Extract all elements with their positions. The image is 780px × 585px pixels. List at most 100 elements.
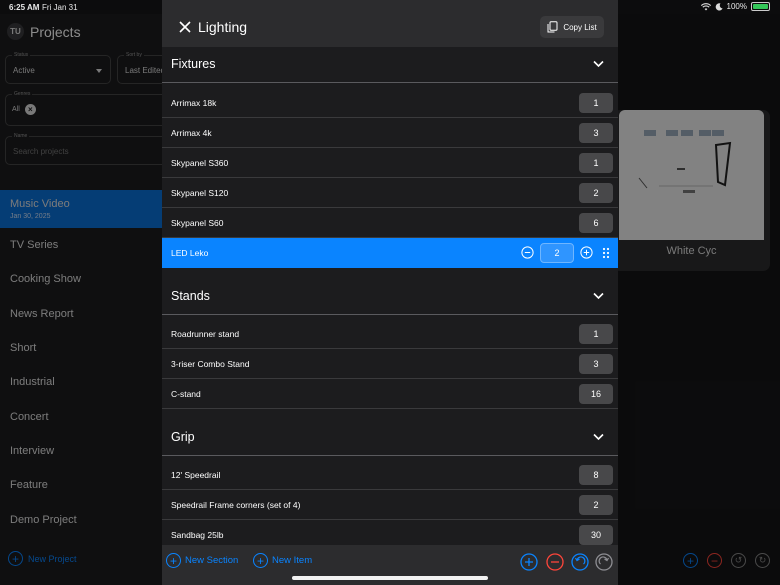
project-list: Music Video Jan 30, 2025 TV Series Cooki…	[0, 190, 162, 537]
quantity-field[interactable]: 1	[579, 93, 613, 113]
undo-icon[interactable]: ↺	[731, 553, 746, 568]
quantity-field[interactable]: 30	[579, 525, 613, 545]
redo-icon[interactable]	[595, 553, 613, 571]
list-item[interactable]: Arrimax 4k 3	[162, 118, 618, 148]
item-name: Skypanel S360	[171, 157, 229, 168]
lighting-sheet: Lighting Copy List Fixtures Arrimax 18k …	[162, 0, 618, 585]
item-name: Sandbag 25lb	[171, 529, 224, 540]
item-name: LED Leko	[171, 247, 209, 258]
scene-card-title: White Cyc	[666, 245, 717, 257]
project-item-industrial[interactable]: Industrial	[0, 365, 162, 399]
chevron-down-icon[interactable]	[593, 60, 604, 68]
item-name: Skypanel S120	[171, 187, 229, 198]
section-header-grip[interactable]: Grip	[162, 420, 618, 456]
project-item-demo-project[interactable]: Demo Project	[0, 502, 162, 536]
quantity-field[interactable]: 2	[579, 183, 613, 203]
scene-card[interactable]: White Cyc	[613, 110, 770, 271]
new-item-label: New Item	[272, 555, 313, 566]
status-date: Fri Jan 31	[42, 3, 78, 12]
status-filter-value: Active	[13, 66, 35, 75]
status-filter[interactable]: Status Active	[5, 52, 111, 84]
moon-icon	[715, 2, 723, 11]
new-section-button[interactable]: + New Section	[166, 553, 238, 568]
copy-list-button[interactable]: Copy List	[540, 16, 604, 38]
project-name: Music Video	[10, 198, 70, 210]
list-item[interactable]: Speedrail Frame corners (set of 4) 2	[162, 490, 618, 520]
project-item-cooking-show[interactable]: Cooking Show	[0, 262, 162, 296]
genre-chip[interactable]: All ×	[12, 104, 36, 115]
quantity-field[interactable]: 6	[579, 213, 613, 233]
home-indicator[interactable]	[292, 576, 488, 580]
chevron-down-icon[interactable]	[593, 433, 604, 441]
close-icon[interactable]	[177, 19, 193, 35]
chevron-down-icon[interactable]	[593, 292, 604, 300]
list-item[interactable]: 3-riser Combo Stand 3	[162, 349, 618, 379]
section-header-fixtures[interactable]: Fixtures	[162, 47, 618, 83]
battery-icon	[751, 2, 770, 11]
section-title: Stands	[171, 289, 210, 303]
genre-chip-label: All	[12, 106, 20, 113]
list-item[interactable]: Roadrunner stand 1	[162, 319, 618, 349]
item-name: Speedrail Frame corners (set of 4)	[171, 499, 301, 510]
copy-list-label: Copy List	[563, 22, 597, 32]
new-item-button[interactable]: + New Item	[253, 553, 312, 568]
project-item-tv-series[interactable]: TV Series	[0, 228, 162, 262]
list-item[interactable]: C-stand 16	[162, 379, 618, 409]
project-item-news-report[interactable]: News Report	[0, 297, 162, 331]
section-title: Grip	[171, 430, 195, 444]
minus-circle-icon[interactable]	[521, 246, 534, 259]
status-right: 100%	[700, 2, 770, 11]
quantity-field[interactable]: 3	[579, 123, 613, 143]
quantity-field[interactable]: 8	[579, 465, 613, 485]
item-name: 12' Speedrail	[171, 469, 221, 480]
project-item-concert[interactable]: Concert	[0, 399, 162, 433]
new-section-label: New Section	[185, 555, 239, 566]
avatar[interactable]: TU	[7, 23, 24, 40]
section-header-stands[interactable]: Stands	[162, 279, 618, 315]
plus-circle-icon: +	[253, 553, 268, 568]
project-item-interview[interactable]: Interview	[0, 434, 162, 468]
project-item-short[interactable]: Short	[0, 331, 162, 365]
sidebar-title: Projects	[30, 23, 81, 40]
add-item-circle-icon[interactable]	[520, 553, 538, 571]
genres-filter[interactable]: Genres All ×	[5, 91, 175, 126]
remove-item-circle-icon[interactable]	[546, 553, 564, 571]
search-input[interactable]: Search projects	[13, 147, 69, 156]
battery-percent: 100%	[726, 2, 747, 11]
dropdown-caret-icon	[96, 69, 102, 73]
quantity-stepper[interactable]: 2	[540, 243, 574, 263]
list-item[interactable]: Skypanel S60 6	[162, 208, 618, 238]
drag-handle-icon[interactable]	[602, 247, 610, 259]
remove-circle-icon[interactable]: −	[707, 553, 722, 568]
status-time: 6:25 AM	[9, 3, 40, 12]
list-item[interactable]: Skypanel S360 1	[162, 148, 618, 178]
quantity-field[interactable]: 16	[579, 384, 613, 404]
item-name: Arrimax 4k	[171, 127, 212, 138]
item-name: Arrimax 18k	[171, 97, 217, 108]
list-item[interactable]: 12' Speedrail 8	[162, 460, 618, 490]
quantity-field[interactable]: 2	[579, 495, 613, 515]
list-item[interactable]: Arrimax 18k 1	[162, 88, 618, 118]
item-name: Skypanel S60	[171, 217, 224, 228]
new-project-button[interactable]: + New Project	[8, 551, 77, 566]
genres-filter-label: Genres	[12, 91, 33, 97]
app-root: 6:25 AM Fri Jan 31 100% TU Projects Stat…	[0, 0, 780, 585]
project-item-feature[interactable]: Feature	[0, 468, 162, 502]
quantity-field[interactable]: 3	[579, 354, 613, 374]
add-circle-icon[interactable]: +	[683, 553, 698, 568]
plus-circle-icon: +	[8, 551, 23, 566]
remove-chip-icon[interactable]: ×	[24, 104, 36, 115]
project-item-music-video[interactable]: Music Video Jan 30, 2025	[0, 190, 162, 228]
quantity-field[interactable]: 1	[579, 324, 613, 344]
scene-diagram-thumbnail	[619, 110, 764, 240]
redo-icon[interactable]: ↻	[755, 553, 770, 568]
quantity-field[interactable]: 1	[579, 153, 613, 173]
undo-icon[interactable]	[571, 553, 589, 571]
list-item[interactable]: Skypanel S120 2	[162, 178, 618, 208]
copy-icon	[547, 21, 558, 33]
name-filter[interactable]: Name Search projects	[5, 133, 175, 165]
list-item-selected[interactable]: LED Leko 2	[162, 238, 618, 268]
plus-circle-icon: +	[166, 553, 181, 568]
plus-circle-icon[interactable]	[580, 246, 593, 259]
main-toolbar: + − ↺ ↻	[683, 553, 770, 568]
